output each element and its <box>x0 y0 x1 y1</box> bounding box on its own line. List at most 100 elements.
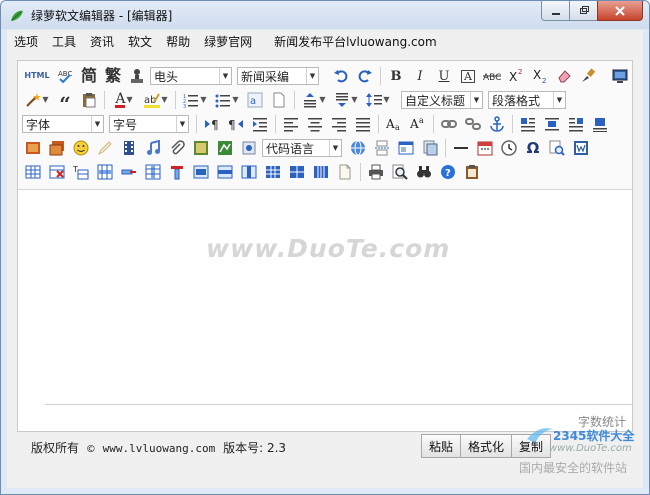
insert-web-button[interactable] <box>347 138 369 158</box>
bold-button[interactable]: B <box>385 66 407 86</box>
insert-paragraph-before-table-button[interactable]: T <box>70 162 92 182</box>
custom-heading-select[interactable]: 自定义标题 ▼ <box>401 91 483 109</box>
menu-tools[interactable]: 工具 <box>45 33 83 50</box>
clipboard-button[interactable] <box>461 162 483 182</box>
traditional-button[interactable]: 繁 <box>102 66 124 86</box>
border-text-button[interactable]: A <box>457 66 479 86</box>
redo-button[interactable] <box>354 66 376 86</box>
image-center-button[interactable] <box>589 114 611 134</box>
highlight-color-button[interactable]: ab ▼ <box>141 90 171 110</box>
help-button[interactable]: ? <box>437 162 459 182</box>
font-family-select[interactable]: 字体 ▼ <box>22 115 104 133</box>
insert-frame-button[interactable] <box>190 138 212 158</box>
strikethrough-button[interactable]: ABC <box>481 66 503 86</box>
magic-wand-button[interactable]: ▼ <box>22 90 52 110</box>
split-rows-button[interactable] <box>286 162 308 182</box>
insert-music-button[interactable] <box>142 138 164 158</box>
delete-row-button[interactable] <box>118 162 140 182</box>
preview-button[interactable] <box>609 66 631 86</box>
paste-text-button[interactable] <box>78 90 100 110</box>
paste-button[interactable]: 粘贴 <box>421 434 462 458</box>
line-height-button[interactable]: ▼ <box>363 90 393 110</box>
unordered-list-button[interactable]: ▼ <box>212 90 242 110</box>
delete-table-button[interactable] <box>46 162 68 182</box>
merge-down-button[interactable] <box>238 162 260 182</box>
insert-date-button[interactable] <box>474 138 496 158</box>
anchor-button[interactable] <box>486 114 508 134</box>
undo-button[interactable] <box>330 66 352 86</box>
emoticon-button[interactable] <box>70 138 92 158</box>
code-language-select[interactable]: 代码语言 ▼ <box>262 139 342 157</box>
lowercase-button[interactable]: Aa <box>407 114 429 134</box>
superscript-button[interactable]: X2 <box>505 66 527 86</box>
quote-button[interactable]: “ <box>54 90 76 114</box>
unlink-button[interactable] <box>462 114 484 134</box>
menu-news[interactable]: 资讯 <box>83 33 121 50</box>
attachment-button[interactable] <box>166 138 188 158</box>
insert-table-button[interactable] <box>22 162 44 182</box>
ordered-list-button[interactable]: 123 ▼ <box>180 90 210 110</box>
template-button[interactable] <box>395 138 417 158</box>
new-page-button[interactable] <box>268 90 290 110</box>
insert-video-button[interactable] <box>118 138 140 158</box>
menu-help[interactable]: 帮助 <box>159 33 197 50</box>
simplified-button[interactable]: 简 <box>78 66 100 86</box>
merge-cells-button[interactable] <box>190 162 212 182</box>
html-source-button[interactable]: HTML <box>22 66 52 86</box>
menu-options[interactable]: 选项 <box>7 33 45 50</box>
editor-content-area[interactable]: www.DuoTe.com <box>18 190 632 410</box>
print-button[interactable] <box>365 162 387 182</box>
special-char-button[interactable]: Ω <box>522 138 544 158</box>
split-cells-button[interactable] <box>262 162 284 182</box>
indent-button[interactable] <box>249 114 271 134</box>
anchor-text-button[interactable]: a <box>244 90 266 110</box>
background-button[interactable] <box>419 138 441 158</box>
italic-button[interactable]: I <box>409 66 431 86</box>
search-replace-button[interactable] <box>546 138 568 158</box>
page-break-button[interactable] <box>371 138 393 158</box>
image-float-none-button[interactable] <box>541 114 563 134</box>
merge-right-button[interactable] <box>214 162 236 182</box>
format-button[interactable]: 格式化 <box>461 434 513 458</box>
delete-column-button[interactable] <box>166 162 188 182</box>
horizontal-rule-button[interactable] <box>450 138 472 158</box>
paragraph-spacing-top-button[interactable]: ▼ <box>299 90 329 110</box>
menu-publish-platform[interactable]: 新闻发布平台lvluowang.com <box>267 33 444 50</box>
paragraph-spacing-bottom-button[interactable]: ▼ <box>331 90 361 110</box>
insert-image-button[interactable] <box>22 138 44 158</box>
wordimage-button[interactable] <box>570 138 592 158</box>
maximize-button[interactable] <box>569 1 597 21</box>
align-justify-button[interactable] <box>352 114 374 134</box>
image-float-right-button[interactable] <box>565 114 587 134</box>
split-columns-button[interactable] <box>310 162 332 182</box>
insert-map-button[interactable] <box>214 138 236 158</box>
uppercase-button[interactable]: Aa <box>383 114 405 134</box>
close-button[interactable] <box>597 1 643 21</box>
category-select[interactable]: 新闻采编 ▼ <box>237 67 319 85</box>
spellcheck-button[interactable]: ABC <box>54 66 76 86</box>
paragraph-format-select[interactable]: 段落格式 ▼ <box>488 91 566 109</box>
eraser-button[interactable] <box>553 66 575 86</box>
insert-column-button[interactable] <box>142 162 164 182</box>
rtl-button[interactable]: ¶ <box>225 114 247 134</box>
image-float-left-button[interactable] <box>517 114 539 134</box>
template-doc-button[interactable] <box>334 162 356 182</box>
insert-time-button[interactable] <box>498 138 520 158</box>
menu-official-site[interactable]: 绿萝官网 <box>197 33 259 50</box>
align-right-button[interactable] <box>328 114 350 134</box>
title-bar[interactable]: 绿萝软文编辑器 - [编辑器] <box>1 1 649 29</box>
insert-widget-button[interactable] <box>238 138 260 158</box>
format-painter-button[interactable] <box>577 66 599 86</box>
minimize-button[interactable] <box>541 1 569 21</box>
ltr-button[interactable]: ¶ <box>201 114 223 134</box>
underline-button[interactable]: U <box>433 66 455 86</box>
font-size-select[interactable]: 字号 ▼ <box>109 115 189 133</box>
font-color-button[interactable]: A ▼ <box>109 90 139 110</box>
stamp-button[interactable] <box>126 66 148 86</box>
find-button[interactable] <box>413 162 435 182</box>
subscript-button[interactable]: X2 <box>529 66 551 86</box>
link-button[interactable] <box>438 114 460 134</box>
style-select[interactable]: 电头 ▼ <box>150 67 232 85</box>
align-center-button[interactable] <box>304 114 326 134</box>
insert-row-button[interactable] <box>94 162 116 182</box>
